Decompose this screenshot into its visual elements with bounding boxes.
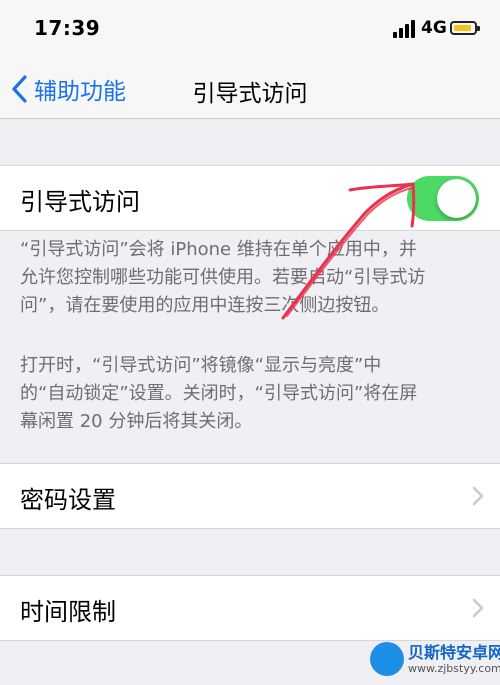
time-limits-cell[interactable]: 时间限制 — [0, 575, 500, 641]
guided-access-toggle[interactable] — [407, 176, 479, 221]
network-type: 4G — [421, 18, 447, 38]
time-limits-label: 时间限制 — [20, 598, 116, 626]
navigation-bar: 辅助功能 引导式访问 — [0, 60, 500, 119]
status-bar: 17:39 4G — [0, 0, 500, 60]
battery-icon — [450, 21, 480, 35]
page-title: 引导式访问 — [192, 81, 308, 107]
description-line: 打开时，“引导式访问”将镜像“显示与亮度”中 — [20, 355, 382, 376]
guided-access-description: “引导式访问”会将 iPhone 维持在单个应用中，并 允许您控制哪些功能可供使… — [20, 236, 490, 320]
guided-access-label: 引导式访问 — [20, 188, 140, 216]
passcode-settings-cell[interactable]: 密码设置 — [0, 463, 500, 529]
watermark-logo-icon — [370, 642, 404, 676]
watermark-url: www.zjbstyy.com — [408, 662, 500, 675]
description-line: “引导式访问”会将 iPhone 维持在单个应用中，并 — [20, 239, 417, 260]
toggle-knob — [437, 179, 476, 218]
cellular-signal-icon — [393, 20, 417, 38]
passcode-settings-label: 密码设置 — [20, 486, 116, 514]
auto-lock-description: 打开时，“引导式访问”将镜像“显示与亮度”中 的“自动锁定”设置。关闭时，“引导… — [20, 352, 490, 436]
description-line: 问”，请在要使用的应用中连按三次侧边按钮。 — [20, 295, 390, 316]
status-time: 17:39 — [34, 16, 101, 40]
watermark-title: 贝斯特安卓网 — [408, 643, 500, 662]
description-line: 幕闲置 20 分钟后将其关闭。 — [20, 411, 253, 432]
description-line: 允许您控制哪些功能可供使用。若要启动“引导式访 — [20, 267, 426, 288]
chevron-right-icon — [472, 598, 484, 618]
description-line: 的“自动锁定”设置。关闭时，“引导式访问”将在屏 — [20, 383, 418, 404]
chevron-right-icon — [472, 486, 484, 506]
site-watermark: 贝斯特安卓网 www.zjbstyy.com — [366, 636, 500, 685]
